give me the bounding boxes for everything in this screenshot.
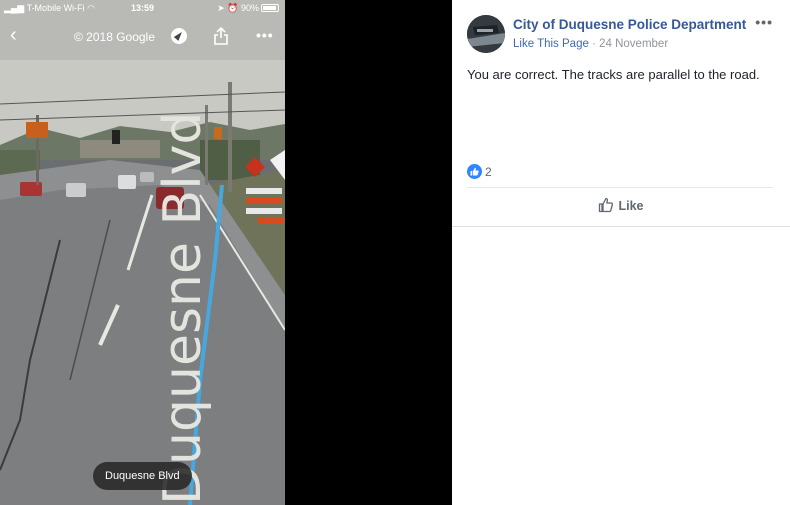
meta-separator: · xyxy=(588,38,600,50)
battery-status: ➤ ⏰ 90% xyxy=(217,3,279,14)
actions-divider xyxy=(467,187,773,188)
compass-icon[interactable] xyxy=(171,28,187,44)
battery-percent: 90% xyxy=(240,3,259,13)
more-options-icon[interactable]: ••• xyxy=(755,14,773,30)
reaction-count: 2 xyxy=(485,164,492,179)
like-page-link[interactable]: Like This Page xyxy=(513,38,589,50)
page-avatar[interactable] xyxy=(467,15,505,53)
map-copyright: © 2018 Google xyxy=(74,30,155,44)
share-icon[interactable] xyxy=(213,27,229,45)
post-text: You are correct. The tracks are parallel… xyxy=(467,67,760,82)
like-button[interactable]: Like xyxy=(452,197,790,213)
post-meta: Like This Page · 24 November xyxy=(513,38,668,50)
post-date[interactable]: 24 November xyxy=(599,38,668,50)
alarm-icon: ⏰ xyxy=(227,3,239,13)
page-name-link[interactable]: City of Duquesne Police Department xyxy=(513,17,746,32)
like-label: Like xyxy=(618,199,644,213)
more-icon[interactable]: ••• xyxy=(256,27,274,43)
battery-icon xyxy=(261,4,279,12)
street-view-image[interactable]: Duquesne Blvd xyxy=(0,0,285,505)
like-reaction-icon xyxy=(467,164,482,180)
thumbs-up-icon xyxy=(599,197,614,213)
street-name-chip[interactable]: Duquesne Blvd xyxy=(93,462,192,490)
status-bar: ▂▄▆ T-Mobile Wi-Fi ◠ 13:59 ➤ ⏰ 90% xyxy=(0,0,285,17)
post-bottom-border xyxy=(452,226,790,227)
road-marking-text: Duquesne Blvd xyxy=(153,112,213,505)
reaction-summary[interactable]: 2 xyxy=(467,163,492,180)
location-icon: ➤ xyxy=(217,3,225,13)
chevron-left-icon[interactable]: ‹ xyxy=(10,25,17,45)
street-view-panel[interactable]: Duquesne Blvd ▂▄▆ T-Mobile Wi-Fi ◠ 13:59… xyxy=(0,0,285,505)
facebook-post: City of Duquesne Police Department Like … xyxy=(452,0,790,505)
map-toolbar: ‹ © 2018 Google ••• xyxy=(0,22,285,52)
